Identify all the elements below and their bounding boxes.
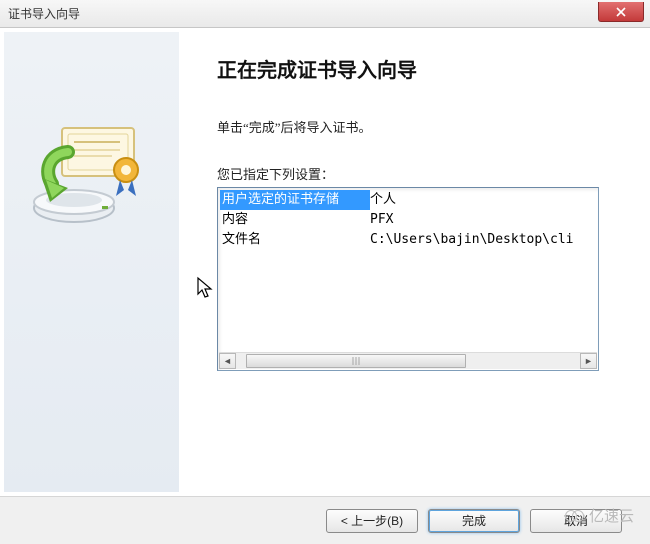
- settings-listbox[interactable]: 用户选定的证书存储 个人 内容 PFX 文件名 C:\Users\bajin\D…: [217, 187, 599, 371]
- content-area: 正在完成证书导入向导 单击“完成”后将导入证书。 您已指定下列设置： 用户选定的…: [0, 28, 650, 496]
- close-icon: [616, 7, 626, 17]
- list-content: 用户选定的证书存储 个人 内容 PFX 文件名 C:\Users\bajin\D…: [220, 190, 599, 250]
- scrollbar-track[interactable]: [236, 353, 580, 369]
- settings-label: 您已指定下列设置：: [217, 164, 634, 183]
- button-bar: < 上一步(B) 完成 取消: [0, 496, 650, 544]
- close-button[interactable]: [598, 2, 644, 22]
- window-title: 证书导入向导: [8, 5, 80, 22]
- list-key: 文件名: [220, 230, 370, 250]
- list-row[interactable]: 用户选定的证书存储 个人: [220, 190, 599, 210]
- wizard-certificate-icon: [28, 122, 148, 232]
- side-panel: [4, 32, 179, 492]
- finish-button[interactable]: 完成: [428, 509, 520, 533]
- horizontal-scrollbar[interactable]: ◄ ►: [219, 352, 597, 369]
- list-row[interactable]: 内容 PFX: [220, 210, 599, 230]
- list-value: PFX: [370, 210, 393, 230]
- titlebar: 证书导入向导: [0, 0, 650, 28]
- back-button[interactable]: < 上一步(B): [326, 509, 418, 533]
- cancel-button[interactable]: 取消: [530, 509, 622, 533]
- wizard-heading: 正在完成证书导入向导: [217, 54, 634, 83]
- list-row[interactable]: 文件名 C:\Users\bajin\Desktop\cli: [220, 230, 599, 250]
- list-key: 内容: [220, 210, 370, 230]
- chevron-left-icon: ◄: [223, 356, 232, 366]
- list-value: 个人: [370, 190, 396, 210]
- main-panel: 正在完成证书导入向导 单击“完成”后将导入证书。 您已指定下列设置： 用户选定的…: [179, 32, 644, 492]
- instruction-text: 单击“完成”后将导入证书。: [217, 117, 634, 136]
- scroll-right-button[interactable]: ►: [580, 353, 597, 369]
- scrollbar-thumb[interactable]: [246, 354, 466, 368]
- chevron-right-icon: ►: [584, 356, 593, 366]
- scroll-left-button[interactable]: ◄: [219, 353, 236, 369]
- list-value: C:\Users\bajin\Desktop\cli: [370, 230, 574, 250]
- list-key: 用户选定的证书存储: [220, 190, 370, 210]
